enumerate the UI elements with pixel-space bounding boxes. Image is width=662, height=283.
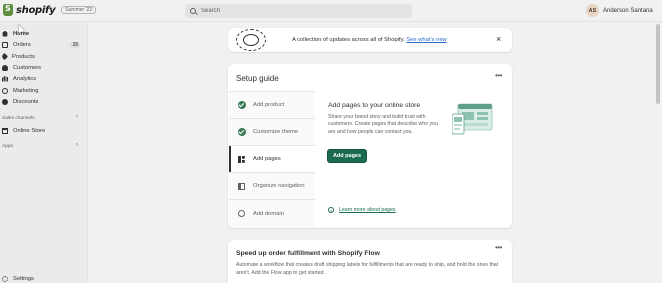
sidebar-item-label: Discounts bbox=[13, 98, 39, 105]
scrollbar-thumb[interactable] bbox=[656, 24, 660, 104]
sidebar-item-orders[interactable]: Orders 28 bbox=[0, 39, 88, 50]
banner-text: A collection of updates across all of Sh… bbox=[292, 37, 405, 43]
flow-card-title: Speed up order fulfillment with Shopify … bbox=[236, 250, 380, 257]
user-name: Anderson Santana bbox=[603, 7, 653, 14]
close-icon[interactable]: × bbox=[496, 34, 501, 44]
step-label: Add domain bbox=[253, 210, 284, 217]
step-add-pages[interactable]: Add pages bbox=[229, 146, 315, 173]
sidebar-item-label: Customers bbox=[13, 64, 42, 71]
search-bar[interactable] bbox=[185, 4, 412, 18]
orders-count-badge: 28 bbox=[70, 41, 80, 48]
navigation-icon bbox=[238, 182, 245, 190]
sidebar-item-label: Online Store bbox=[13, 127, 46, 134]
learn-more-row: i Learn more about pages bbox=[328, 207, 396, 213]
gear-icon bbox=[2, 275, 8, 282]
step-label: Add product bbox=[253, 102, 285, 108]
online-store-icon bbox=[2, 127, 8, 134]
customers-icon bbox=[2, 64, 8, 71]
orders-icon bbox=[2, 41, 8, 48]
brand-name: shopify bbox=[16, 4, 56, 16]
discounts-icon bbox=[2, 98, 8, 105]
banner-message: A collection of updates across all of Sh… bbox=[292, 37, 447, 43]
step-label: Customize theme bbox=[253, 129, 299, 135]
see-whats-new-link[interactable]: See what's new bbox=[406, 37, 446, 43]
sidebar-item-discounts[interactable]: Discounts bbox=[0, 96, 88, 107]
top-bar: shopify Summer '22 AS Anderson Santana bbox=[0, 0, 662, 22]
learn-more-link[interactable]: Learn more about pages bbox=[339, 207, 396, 213]
analytics-icon bbox=[2, 76, 8, 82]
products-icon bbox=[0, 52, 9, 61]
page-scrollbar[interactable] bbox=[654, 22, 662, 283]
shopify-flow-card: Speed up order fulfillment with Shopify … bbox=[228, 240, 512, 283]
edition-badge: Summer '22 bbox=[61, 6, 97, 14]
sidebar-item-online-store[interactable]: Online Store bbox=[0, 125, 88, 136]
step-add-product[interactable]: Add product bbox=[229, 92, 315, 119]
add-pages-description: Share your brand story and build trust w… bbox=[328, 114, 438, 135]
search-input[interactable] bbox=[201, 8, 381, 14]
sidebar-item-label: Orders bbox=[13, 41, 31, 48]
apps-chevron-icon[interactable]: › bbox=[76, 142, 78, 148]
home-icon bbox=[2, 30, 8, 37]
marketing-icon bbox=[2, 87, 8, 94]
check-circle-icon bbox=[238, 101, 246, 109]
sales-channels-chevron-icon[interactable]: › bbox=[76, 114, 78, 120]
setup-guide-title: Setup guide bbox=[236, 74, 279, 83]
sidebar-item-label: Settings bbox=[13, 275, 34, 282]
sidebar-item-customers[interactable]: Customers bbox=[0, 62, 88, 73]
setup-guide-card: Setup guide ••• Add product Customize th… bbox=[228, 64, 512, 228]
shopify-logo[interactable]: shopify Summer '22 bbox=[3, 4, 97, 16]
sidebar-item-products[interactable]: Products bbox=[0, 51, 88, 62]
user-menu[interactable]: AS Anderson Santana bbox=[586, 4, 653, 17]
sidebar-item-marketing[interactable]: Marketing bbox=[0, 85, 88, 96]
avatar: AS bbox=[586, 4, 599, 17]
sidebar-item-label: Analytics bbox=[13, 75, 37, 82]
step-organize-navigation[interactable]: Organize navigation bbox=[229, 173, 315, 200]
step-add-domain[interactable]: Add domain bbox=[229, 200, 315, 227]
check-circle-icon bbox=[238, 128, 246, 136]
step-label: Add pages bbox=[253, 156, 281, 162]
more-actions-icon[interactable]: ••• bbox=[495, 243, 502, 252]
add-pages-button[interactable]: Add pages bbox=[327, 149, 367, 163]
pages-icon bbox=[238, 155, 245, 163]
updates-banner: A collection of updates across all of Sh… bbox=[228, 28, 512, 52]
search-icon bbox=[190, 8, 196, 14]
info-icon: i bbox=[328, 207, 334, 213]
sidebar-item-home[interactable]: Home bbox=[0, 28, 88, 39]
sidebar-item-analytics[interactable]: Analytics bbox=[0, 73, 88, 84]
stamp-inner-ring bbox=[243, 34, 259, 46]
globe-icon bbox=[238, 210, 245, 217]
setup-steps-list: Add product Customize theme Add pages Or… bbox=[229, 91, 315, 227]
sidebar: Home Orders 28 Products Customers Analyt… bbox=[0, 22, 88, 283]
add-pages-heading: Add pages to your online store bbox=[328, 102, 421, 109]
flow-card-description: Automate a workflow that creates draft s… bbox=[236, 262, 499, 276]
apps-heading: Apps bbox=[2, 144, 13, 149]
sidebar-item-label: Products bbox=[12, 53, 35, 60]
sales-channels-heading: Sales channels bbox=[2, 116, 35, 121]
updates-stamp-icon bbox=[236, 29, 266, 51]
shopify-bag-icon bbox=[3, 4, 13, 16]
sidebar-item-label: Marketing bbox=[13, 87, 39, 94]
step-label: Organize navigation bbox=[253, 183, 305, 189]
step-customize-theme[interactable]: Customize theme bbox=[229, 119, 315, 146]
sidebar-item-settings[interactable]: Settings bbox=[0, 273, 88, 283]
pages-illustration bbox=[452, 103, 493, 135]
more-actions-icon[interactable]: ••• bbox=[495, 71, 502, 80]
